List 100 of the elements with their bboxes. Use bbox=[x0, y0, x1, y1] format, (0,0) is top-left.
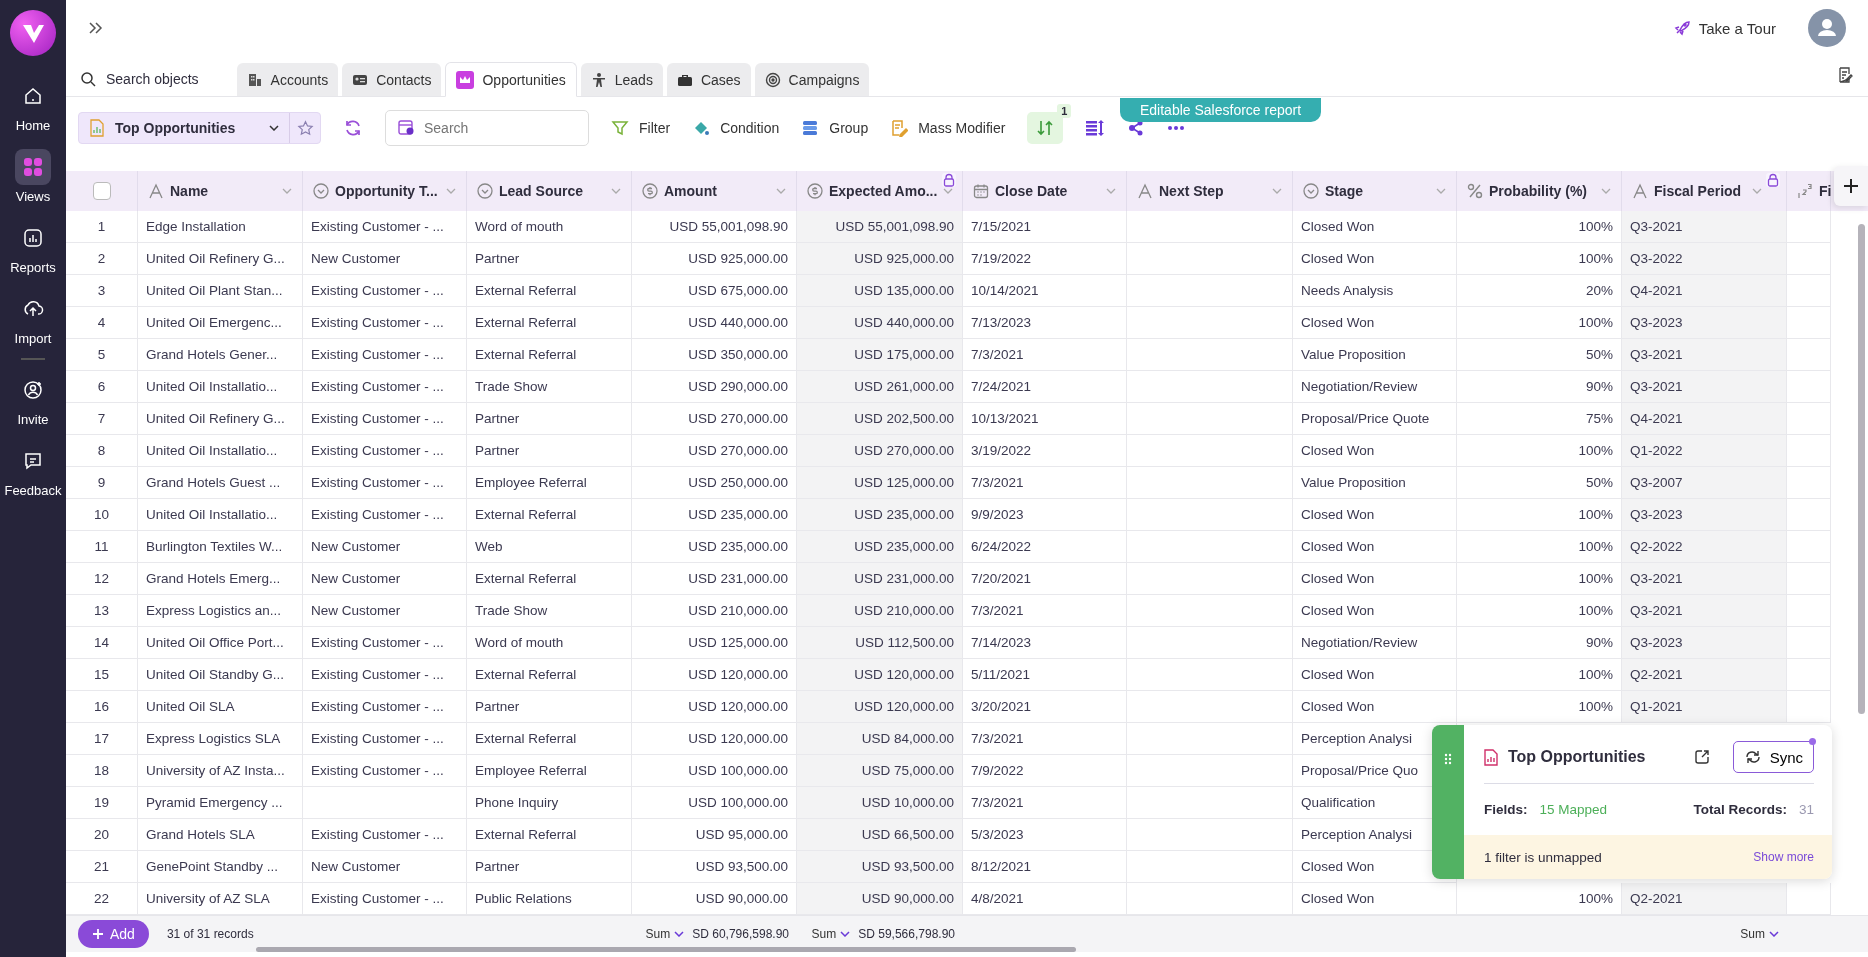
table-cell: Existing Customer - ... bbox=[303, 819, 467, 851]
table-cell: 7/20/2021 bbox=[963, 563, 1127, 595]
table-cell: Word of mouth bbox=[467, 627, 632, 659]
panel-title: Top Opportunities bbox=[1508, 748, 1647, 766]
table-cell: New Customer bbox=[303, 243, 467, 275]
table-cell: Existing Customer - ... bbox=[303, 339, 467, 371]
sidebar-item[interactable]: Feedback bbox=[0, 439, 66, 502]
table-cell: Q4-2021 bbox=[1622, 403, 1787, 435]
table-cell: USD 75,000.00 bbox=[797, 755, 963, 787]
table-cell: 7/13/2023 bbox=[963, 307, 1127, 339]
table-cell: Grand Hotels Gener... bbox=[138, 339, 303, 371]
object-tab[interactable]: Opportunities bbox=[445, 62, 577, 97]
table-cell: 7/19/2022 bbox=[963, 243, 1127, 275]
column-header[interactable]: Stage bbox=[1293, 171, 1457, 211]
sum-value: SD 60,796,598.90 bbox=[692, 927, 789, 941]
object-tab[interactable]: Contacts bbox=[342, 63, 442, 96]
toolbar-button[interactable]: Group bbox=[801, 119, 869, 137]
sidebar-item[interactable]: Invite bbox=[0, 368, 66, 431]
table-cell: USD 270,000.00 bbox=[797, 435, 963, 467]
sum-dropdown[interactable]: Sum bbox=[645, 927, 685, 941]
row-number: 4 bbox=[66, 307, 138, 339]
toolbar-button[interactable]: Mass Modifier bbox=[890, 119, 1006, 137]
table-cell: 10/14/2021 bbox=[963, 275, 1127, 307]
table-cell: External Referral bbox=[467, 563, 632, 595]
table-cell: United Oil Installatio... bbox=[138, 371, 303, 403]
column-header[interactable]: Fi bbox=[1787, 171, 1831, 211]
table-cell: Edge Installation bbox=[138, 211, 303, 243]
table-cell: Grand Hotels Emerg... bbox=[138, 563, 303, 595]
table-cell: Q3-2021 bbox=[1622, 371, 1787, 403]
table-cell: United Oil Refinery G... bbox=[138, 403, 303, 435]
table-cell: Partner bbox=[467, 851, 632, 883]
table-cell: Employee Referral bbox=[467, 467, 632, 499]
column-header[interactable]: Amount bbox=[632, 171, 797, 211]
sort-count-badge: 1 bbox=[1057, 104, 1072, 118]
table-cell: Existing Customer - ... bbox=[303, 307, 467, 339]
search-field[interactable]: Search bbox=[385, 110, 589, 146]
sidebar-item[interactable]: Views bbox=[0, 145, 66, 208]
table-cell: Existing Customer - ... bbox=[303, 371, 467, 403]
table-cell: Closed Won bbox=[1293, 531, 1457, 563]
table-cell: USD 84,000.00 bbox=[797, 723, 963, 755]
table-cell: 8/12/2021 bbox=[963, 851, 1127, 883]
table-cell: United Oil Standby G... bbox=[138, 659, 303, 691]
table-cell: 10/13/2021 bbox=[963, 403, 1127, 435]
toolbar-button[interactable]: Filter bbox=[611, 119, 671, 137]
row-number: 19 bbox=[66, 787, 138, 819]
table-cell: USD 175,000.00 bbox=[797, 339, 963, 371]
object-tab[interactable]: Accounts bbox=[236, 63, 339, 96]
search-objects-field[interactable]: Search objects bbox=[78, 62, 209, 96]
sidebar-item[interactable]: Home bbox=[0, 74, 66, 137]
column-header[interactable]: Next Step bbox=[1127, 171, 1293, 211]
table-cell: Existing Customer - ... bbox=[303, 211, 467, 243]
table-cell: Closed Won bbox=[1293, 307, 1457, 339]
table-cell: Q3-2022 bbox=[1622, 243, 1787, 275]
table-cell: Closed Won bbox=[1293, 691, 1457, 723]
column-header[interactable]: Probability (%) bbox=[1457, 171, 1622, 211]
row-number: 17 bbox=[66, 723, 138, 755]
column-header[interactable]: Opportunity T... bbox=[303, 171, 467, 211]
column-header[interactable]: Close Date bbox=[963, 171, 1127, 211]
table-cell: Q2-2021 bbox=[1622, 883, 1787, 915]
table-cell: 3/20/2021 bbox=[963, 691, 1127, 723]
table-cell: Existing Customer - ... bbox=[303, 499, 467, 531]
table-cell: USD 261,000.00 bbox=[797, 371, 963, 403]
object-tab[interactable]: Campaigns bbox=[754, 63, 870, 96]
table-cell: Trade Show bbox=[467, 371, 632, 403]
table-cell: Q3-2021 bbox=[1622, 563, 1787, 595]
table-cell: Q1-2021 bbox=[1622, 691, 1787, 723]
toolbar-button[interactable]: Condition bbox=[692, 119, 780, 137]
table-cell: Existing Customer - ... bbox=[303, 627, 467, 659]
column-header[interactable]: Lead Source bbox=[467, 171, 632, 211]
table-cell: Partner bbox=[467, 435, 632, 467]
table-cell: Existing Customer - ... bbox=[303, 723, 467, 755]
table-cell: USD 202,500.00 bbox=[797, 403, 963, 435]
add-record-button[interactable]: Add bbox=[78, 920, 149, 948]
sum-dropdown[interactable]: Sum bbox=[811, 927, 851, 941]
table-cell: Value Proposition bbox=[1293, 467, 1457, 499]
show-more-link[interactable]: Show more bbox=[1753, 850, 1814, 864]
sync-button[interactable]: Sync bbox=[1732, 741, 1814, 773]
sum-dropdown[interactable]: Sum bbox=[1740, 927, 1779, 941]
total-records-label: Total Records: bbox=[1693, 802, 1787, 817]
table-cell: External Referral bbox=[467, 339, 632, 371]
table-cell: Burlington Textiles W... bbox=[138, 531, 303, 563]
sidebar-item[interactable]: Reports bbox=[0, 216, 66, 279]
table-cell: Trade Show bbox=[467, 595, 632, 627]
table-cell: United Oil SLA bbox=[138, 691, 303, 723]
table-cell: External Referral bbox=[467, 723, 632, 755]
table-cell: Q3-2023 bbox=[1622, 499, 1787, 531]
object-tab[interactable]: Cases bbox=[666, 63, 751, 96]
sidebar-item[interactable]: Import bbox=[0, 287, 66, 350]
search-objects-label: Search objects bbox=[106, 71, 199, 87]
table-cell: USD 125,000.00 bbox=[797, 467, 963, 499]
take-tour-button[interactable]: Take a Tour bbox=[1666, 18, 1782, 38]
table-cell: Q3-2021 bbox=[1622, 211, 1787, 243]
table-cell: United Oil Plant Stan... bbox=[138, 275, 303, 307]
table-cell: Closed Won bbox=[1293, 595, 1457, 627]
object-tab[interactable]: Leads bbox=[580, 63, 663, 96]
table-cell: USD 135,000.00 bbox=[797, 275, 963, 307]
table-cell: 7/3/2021 bbox=[963, 467, 1127, 499]
column-header[interactable]: Name bbox=[138, 171, 303, 211]
row-number: 21 bbox=[66, 851, 138, 883]
row-number: 8 bbox=[66, 435, 138, 467]
